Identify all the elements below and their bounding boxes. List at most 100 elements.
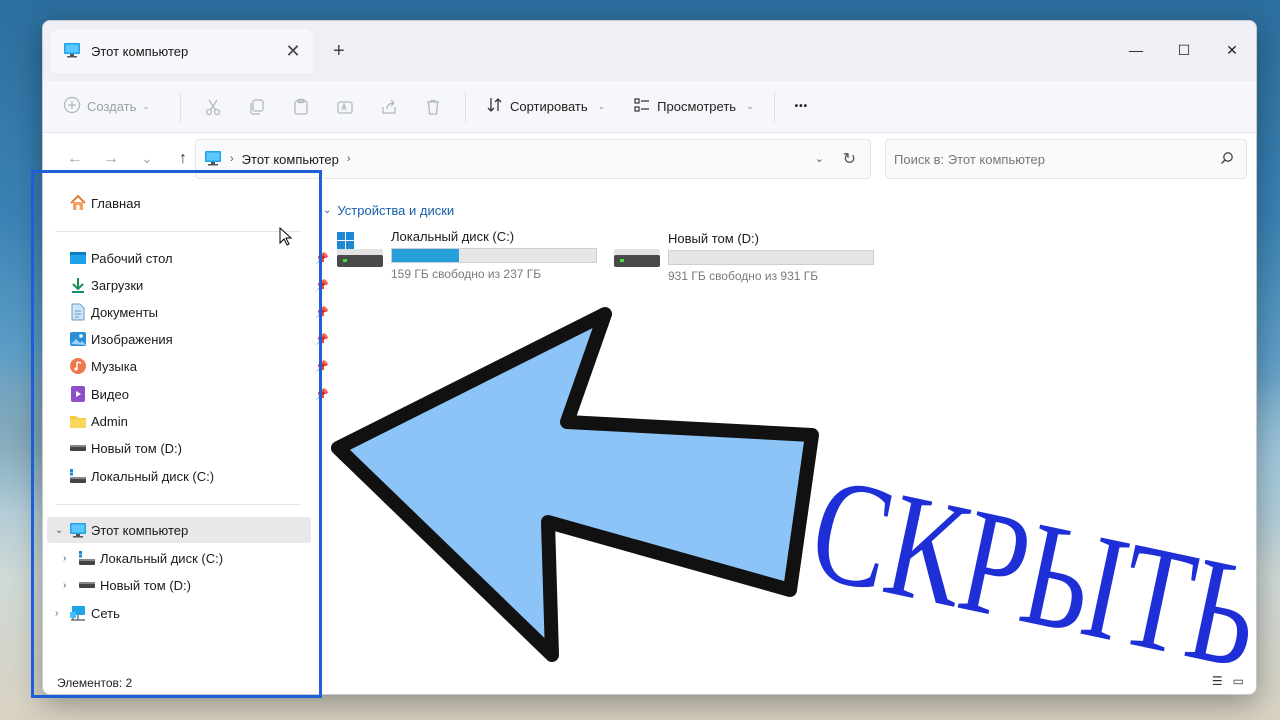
chevron-down-icon: ⌄ bbox=[323, 205, 332, 216]
sidebar-item-admin[interactable]: Admin bbox=[69, 408, 341, 434]
system-drive-icon bbox=[69, 467, 87, 485]
download-icon bbox=[69, 276, 87, 294]
drive-free-space: 931 ГБ свободно из 931 ГБ bbox=[668, 269, 819, 283]
recent-locations-icon[interactable]: ⌄ bbox=[129, 151, 165, 167]
sidebar-item-documents[interactable]: Документы 📌 bbox=[69, 299, 341, 325]
refresh-icon[interactable]: ↻ bbox=[843, 149, 856, 169]
sidebar-item-downloads[interactable]: Загрузки 📌 bbox=[69, 272, 341, 298]
chevron-right-icon[interactable]: › bbox=[63, 580, 66, 591]
group-title: Устройства и диски bbox=[337, 203, 455, 218]
computer-icon bbox=[69, 521, 87, 539]
sidebar-item-this-pc[interactable]: ⌄ Этот компьютер bbox=[47, 517, 311, 543]
cut-icon[interactable] bbox=[201, 95, 225, 119]
toolbar-divider bbox=[464, 91, 466, 122]
system-drive-icon bbox=[78, 549, 96, 567]
navigation-row: ← → ⌄ ↑ › Этот компьютер › ⌄ ↻ Поиск в: … bbox=[43, 133, 1256, 185]
chevron-right-icon[interactable]: › bbox=[55, 608, 58, 619]
chevron-down-icon[interactable]: ⌄ bbox=[55, 525, 63, 536]
overlay-caption-text: СКРЫТЬ bbox=[805, 445, 1273, 701]
sidebar-item-label: Admin bbox=[91, 413, 128, 429]
chevron-down-icon[interactable]: ⌄ bbox=[815, 152, 824, 165]
folder-icon bbox=[69, 412, 87, 430]
sidebar-item-videos[interactable]: Видео 📌 bbox=[69, 381, 341, 407]
drive-tile-d[interactable]: Новый том (D:) 931 ГБ свободно из 931 ГБ bbox=[612, 231, 874, 283]
drive-tile-c[interactable]: Локальный диск (C:) 159 ГБ свободно из 2… bbox=[335, 229, 597, 281]
sidebar-item-label: Этот компьютер bbox=[91, 522, 189, 538]
toolbar-divider bbox=[179, 91, 181, 122]
more-options-button[interactable]: ••• bbox=[795, 101, 809, 112]
drive-name: Новый том (D:) bbox=[668, 231, 759, 246]
maximize-button[interactable]: ☐ bbox=[1160, 33, 1208, 67]
drive-usage-bar bbox=[391, 248, 597, 263]
sidebar-item-network[interactable]: › Сеть bbox=[53, 600, 325, 626]
paste-icon[interactable] bbox=[289, 95, 313, 119]
drive-icon bbox=[69, 439, 87, 457]
sidebar-item-label: Новый том (D:) bbox=[91, 440, 182, 456]
address-bar[interactable]: › Этот компьютер › ⌄ ↻ bbox=[195, 139, 871, 179]
sidebar-item-tree-drive-d[interactable]: › Новый том (D:) bbox=[63, 572, 335, 598]
sidebar-item-music[interactable]: Музыка 📌 bbox=[69, 353, 341, 379]
sidebar-item-drive-d[interactable]: Новый том (D:) bbox=[69, 435, 341, 461]
arrow-left-icon bbox=[331, 307, 819, 662]
search-placeholder: Поиск в: Этот компьютер bbox=[894, 151, 1045, 167]
sidebar-item-label: Главная bbox=[91, 195, 141, 211]
sidebar-item-label: Документы bbox=[91, 304, 159, 320]
drive-icon bbox=[612, 231, 662, 281]
sidebar-item-tree-drive-c[interactable]: › Локальный диск (C:) bbox=[63, 545, 335, 571]
chevron-right-icon[interactable]: › bbox=[347, 153, 351, 165]
create-label: Создать bbox=[87, 99, 137, 114]
rename-icon[interactable] bbox=[333, 95, 357, 119]
chevron-right-icon[interactable]: › bbox=[63, 553, 66, 564]
video-icon bbox=[69, 385, 87, 403]
copy-icon[interactable] bbox=[245, 95, 269, 119]
back-icon[interactable]: ← bbox=[57, 150, 93, 168]
new-tab-button[interactable]: + bbox=[333, 41, 345, 61]
pictures-icon bbox=[69, 330, 87, 348]
system-drive-icon bbox=[335, 229, 385, 279]
sidebar-item-label: Сеть bbox=[91, 605, 120, 621]
close-window-button[interactable]: ✕ bbox=[1208, 33, 1256, 67]
share-icon[interactable] bbox=[377, 95, 401, 119]
overlay-caption: СКРЫТЬ bbox=[805, 445, 1273, 701]
view-label: Просмотреть bbox=[657, 99, 737, 114]
mouse-cursor-icon bbox=[279, 226, 293, 250]
desktop-icon bbox=[69, 249, 87, 267]
music-icon bbox=[69, 357, 87, 375]
sidebar-item-drive-c[interactable]: Локальный диск (C:) bbox=[69, 463, 341, 489]
breadcrumb[interactable]: Этот компьютер bbox=[242, 152, 339, 167]
sidebar-item-label: Локальный диск (C:) bbox=[91, 468, 215, 484]
computer-icon bbox=[204, 150, 222, 169]
sidebar-item-label: Загрузки bbox=[91, 277, 144, 293]
view-icon bbox=[633, 96, 651, 117]
delete-icon[interactable] bbox=[421, 95, 445, 119]
forward-icon[interactable]: → bbox=[93, 150, 129, 168]
tab-close-icon[interactable]: ✕ bbox=[283, 41, 303, 61]
sidebar-item-label: Новый том (D:) bbox=[100, 577, 191, 593]
command-bar: Создать ⌄ Сортировать ⌄ Просмотреть ⌄ ••… bbox=[43, 81, 1256, 133]
network-icon bbox=[69, 604, 87, 622]
document-icon bbox=[69, 303, 87, 321]
minimize-button[interactable]: — bbox=[1112, 33, 1160, 67]
view-button[interactable]: Просмотреть ⌄ bbox=[633, 96, 754, 117]
sidebar-item-pictures[interactable]: Изображения 📌 bbox=[69, 326, 341, 352]
create-button[interactable]: Создать ⌄ bbox=[63, 96, 150, 117]
search-input[interactable]: Поиск в: Этот компьютер bbox=[885, 139, 1247, 179]
computer-icon bbox=[63, 42, 81, 61]
sidebar-item-desktop[interactable]: Рабочий стол 📌 bbox=[69, 245, 341, 271]
tab-this-pc[interactable]: Этот компьютер ✕ bbox=[51, 29, 313, 73]
drive-name: Локальный диск (C:) bbox=[391, 229, 515, 244]
group-header-devices[interactable]: ⌄ Устройства и диски bbox=[323, 203, 454, 218]
tab-title: Этот компьютер bbox=[91, 43, 189, 59]
search-icon[interactable] bbox=[1220, 151, 1234, 168]
sidebar-item-home[interactable]: Главная bbox=[69, 190, 341, 216]
sort-button[interactable]: Сортировать ⌄ bbox=[486, 96, 605, 117]
chevron-right-icon: › bbox=[230, 153, 234, 165]
drive-free-space: 159 ГБ свободно из 237 ГБ bbox=[391, 267, 542, 281]
sidebar-item-label: Локальный диск (C:) bbox=[100, 550, 224, 566]
sidebar-item-label: Музыка bbox=[91, 358, 137, 374]
drive-usage-bar bbox=[668, 250, 874, 265]
home-icon bbox=[69, 194, 87, 212]
sort-label: Сортировать bbox=[509, 99, 588, 114]
navigation-pane: Главная Рабочий стол 📌 Загрузки 📌 Докуме… bbox=[43, 185, 329, 694]
drive-icon bbox=[78, 576, 96, 594]
